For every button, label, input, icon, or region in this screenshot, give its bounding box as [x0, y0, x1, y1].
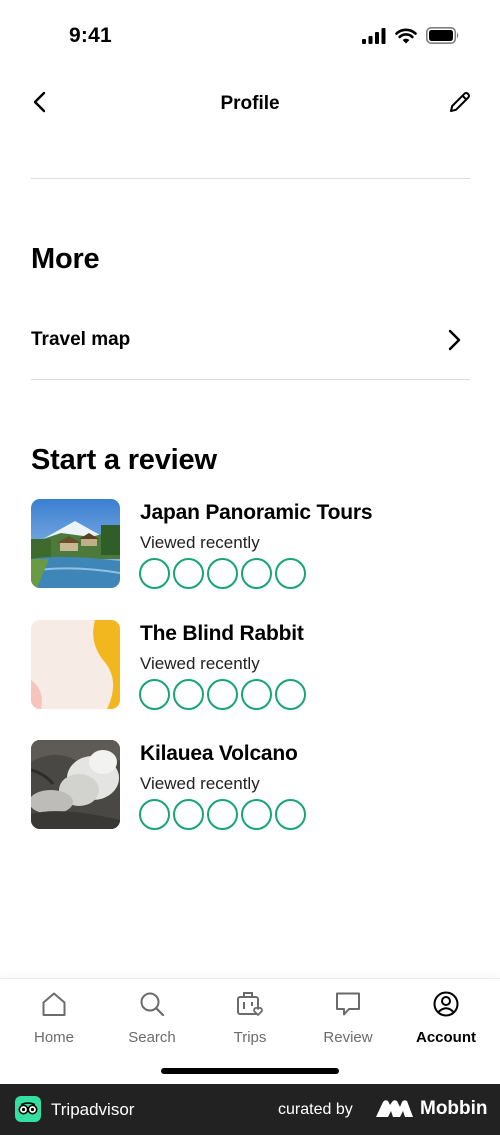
tab-account[interactable]: Account [397, 989, 495, 1055]
wifi-icon [395, 28, 417, 43]
rating-bubble[interactable] [207, 679, 238, 710]
item-title: Japan Panoramic Tours [140, 501, 373, 524]
review-icon [333, 989, 363, 1019]
battery-icon [426, 27, 459, 44]
status-bar: 9:41 [0, 0, 500, 75]
rating-bubble[interactable] [275, 558, 306, 589]
rating-bubble[interactable] [275, 799, 306, 830]
divider [31, 178, 470, 179]
travel-map-label: Travel map [31, 329, 131, 350]
brand-name: Tripadvisor [51, 1100, 135, 1119]
rating-bubble[interactable] [241, 558, 272, 589]
home-icon [39, 989, 69, 1019]
tab-label: Search [128, 1029, 176, 1046]
pencil-icon [450, 92, 470, 112]
start-review-heading: Start a review [31, 444, 217, 476]
review-item[interactable]: Japan Panoramic Tours Viewed recently [31, 499, 470, 591]
status-icons [362, 27, 460, 44]
rating-bubbles [139, 558, 306, 589]
item-title: The Blind Rabbit [140, 622, 304, 645]
item-title: Kilauea Volcano [140, 742, 298, 765]
chevron-right-icon [448, 329, 461, 351]
rating-bubble[interactable] [139, 799, 170, 830]
tab-bar: Home Search Trips Review Account [0, 978, 500, 1084]
travel-map-link[interactable]: Travel map [31, 318, 470, 362]
tab-home[interactable]: Home [5, 989, 103, 1055]
review-item[interactable]: Kilauea Volcano Viewed recently [31, 740, 470, 832]
tab-search[interactable]: Search [103, 989, 201, 1055]
rating-bubble[interactable] [173, 558, 204, 589]
tab-label: Home [33, 1029, 74, 1046]
tab-label: Review [323, 1029, 373, 1046]
mobbin-logo-icon [376, 1099, 414, 1124]
status-time: 9:41 [69, 24, 112, 47]
rating-bubble[interactable] [173, 679, 204, 710]
edit-profile-button[interactable] [446, 88, 474, 116]
account-icon [431, 989, 461, 1019]
curator-name: Mobbin [420, 1098, 488, 1119]
rating-bubble[interactable] [207, 799, 238, 830]
item-subtitle: Viewed recently [140, 533, 260, 552]
tab-trips[interactable]: Trips [201, 989, 299, 1055]
rating-bubble[interactable] [241, 679, 272, 710]
rating-bubble[interactable] [241, 799, 272, 830]
placeholder-thumbnail [31, 620, 120, 709]
rating-bubble[interactable] [139, 679, 170, 710]
tab-label: Trips [233, 1029, 267, 1046]
volcano-thumbnail [31, 740, 120, 829]
divider [31, 379, 470, 380]
tab-label: Account [416, 1029, 476, 1046]
rating-bubble[interactable] [173, 799, 204, 830]
home-indicator [161, 1068, 339, 1074]
trips-icon [235, 989, 265, 1019]
tripadvisor-logo-icon [15, 1096, 41, 1122]
item-subtitle: Viewed recently [140, 774, 260, 793]
item-subtitle: Viewed recently [140, 654, 260, 673]
rating-bubbles [139, 799, 306, 830]
rating-bubbles [139, 679, 306, 710]
curated-by-label: curated by [278, 1101, 353, 1118]
tab-review[interactable]: Review [299, 989, 397, 1055]
review-item[interactable]: The Blind Rabbit Viewed recently [31, 620, 470, 712]
header: Profile [0, 80, 500, 130]
page-title: Profile [220, 93, 280, 114]
more-heading: More [31, 243, 100, 275]
search-icon [137, 989, 167, 1019]
rating-bubble[interactable] [207, 558, 238, 589]
cellular-signal-icon [362, 27, 386, 44]
footer-banner: Tripadvisor curated by Mobbin [0, 1084, 500, 1135]
rating-bubble[interactable] [275, 679, 306, 710]
mountain-village-thumbnail [31, 499, 120, 588]
rating-bubble[interactable] [139, 558, 170, 589]
